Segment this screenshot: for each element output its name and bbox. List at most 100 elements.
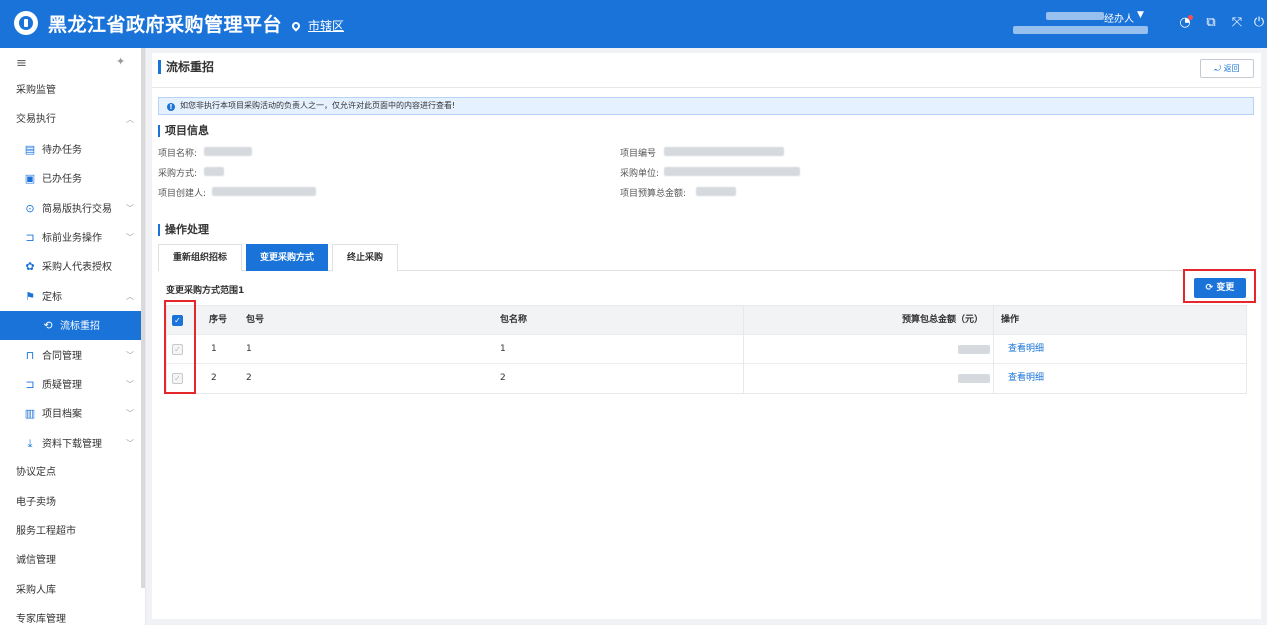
bell-icon[interactable]: ◔ <box>1176 14 1194 32</box>
budget-redacted <box>958 374 990 383</box>
sidebar-item-label: 合同管理 <box>42 350 82 362</box>
settings-icon: ✿ <box>25 260 35 274</box>
award-icon: ⚑ <box>25 289 35 303</box>
sidebar-item[interactable]: ▥ 项目档案 ﹀ <box>0 399 142 428</box>
sidebar-item[interactable]: 专家库管理 <box>0 605 142 625</box>
column-divider <box>743 335 744 364</box>
sidebar-item[interactable]: 诚信管理 <box>0 546 142 575</box>
chevron-up-icon[interactable]: ︿ <box>126 105 134 134</box>
project-name-label: 项目名称: <box>158 149 198 159</box>
location-pin-icon <box>290 19 302 32</box>
power-icon[interactable]: ⏻ <box>1252 14 1266 32</box>
user-role[interactable]: 经办人 <box>1104 10 1134 25</box>
cell-package-name: 1 <box>500 344 506 354</box>
tab-change-method[interactable]: 变更采购方式 <box>246 244 328 271</box>
cell-index: 2 <box>211 373 217 383</box>
sidebar-item[interactable]: ⟲ 流标重招 <box>0 311 142 341</box>
sidebar-item[interactable]: ⊓ 合同管理 ﹀ <box>0 341 142 370</box>
app-title: 黑龙江省政府采购管理平台 <box>48 14 283 36</box>
chevron-down-icon[interactable]: ﹀ <box>126 194 134 223</box>
region-selector[interactable]: 市辖区 <box>290 17 345 34</box>
sidebar-item[interactable]: ⊐ 标前业务操作 ﹀ <box>0 223 142 252</box>
tab-terminate-purchase[interactable]: 终止采购 <box>332 244 398 271</box>
project-creator-label: 项目创建人: <box>158 189 207 199</box>
notice-text: 如您非执行本项目采购活动的负责人之一，仅允许对此页面中的内容进行查看! <box>180 101 456 110</box>
archive-icon: ▥ <box>24 407 36 421</box>
purchase-method-label: 采购方式: <box>158 169 198 179</box>
sidebar-item[interactable]: 协议定点 <box>0 458 142 487</box>
back-button[interactable]: ⤾ 返回 <box>1200 59 1254 78</box>
cell-package: 1 <box>246 344 252 354</box>
sidebar-item-label: 标前业务操作 <box>42 233 102 244</box>
sidebar-item-label: 采购人库 <box>16 584 56 596</box>
sidebar-item-label: 简易版执行交易 <box>42 203 112 215</box>
chevron-down-icon[interactable]: ﹀ <box>126 399 134 428</box>
cart-icon: ⊐ <box>25 378 35 391</box>
message-icon[interactable]: ⧉ <box>1202 14 1220 32</box>
tab-reorganize-bidding[interactable]: 重新组织招标 <box>158 244 242 271</box>
sidebar-toolbar: ≡ ✦ <box>0 48 142 76</box>
chevron-up-icon[interactable]: ︿ <box>126 282 134 311</box>
sidebar-item[interactable]: 交易执行 ︿ <box>0 105 142 134</box>
sidebar: ≡ ✦ 采购监管 交易执行 ︿ ▤ 待办任务 ▣ 已办任务 ⊙ 简易版执行交易 ﹀ ⊐ 标前业务操作 ﹀… <box>0 48 146 625</box>
sidebar-item-label: 已办任务 <box>42 174 82 186</box>
sidebar-item[interactable]: 服务工程超市 <box>0 517 142 546</box>
sidebar-item[interactable]: ⊙ 简易版执行交易 ﹀ <box>0 194 142 223</box>
sidebar-item-label: 定标 <box>42 291 62 303</box>
header-action: 操作 <box>1001 315 1020 325</box>
sidebar-item[interactable]: ⊐ 质疑管理 ﹀ <box>0 370 142 399</box>
chevron-down-icon[interactable]: ﹀ <box>126 370 134 399</box>
view-details-link[interactable]: 查看明细 <box>1008 364 1044 393</box>
cell-package-name: 2 <box>500 373 506 383</box>
sidebar-item[interactable]: ▣ 已办任务 <box>0 164 142 193</box>
sidebar-item-label: 诚信管理 <box>16 555 56 567</box>
table-header-row: ✓ 序号 包号 包名称 预算包总金额（元） 操作 <box>167 306 1246 335</box>
purchase-unit-label: 采购单位: <box>620 169 660 179</box>
project-code-label: 项目编号 <box>620 149 657 159</box>
sidebar-item[interactable]: ▤ 待办任务 <box>0 135 142 164</box>
view-details-link[interactable]: 查看明细 <box>1008 335 1044 364</box>
column-divider <box>743 364 744 393</box>
sidebar-item[interactable]: 电子卖场 <box>0 488 142 517</box>
sidebar-item-label: 质疑管理 <box>42 380 82 391</box>
project-creator-redacted <box>212 187 316 196</box>
table-row: ✓ 1 1 1 查看明细 <box>167 335 1246 364</box>
download-icon: ⤓ <box>27 436 33 450</box>
refresh-icon: ⟲ <box>43 319 53 333</box>
menu-icon[interactable]: ≡ <box>16 56 27 71</box>
sidebar-item[interactable]: ⚑ 定标 ︿ <box>0 282 142 311</box>
chevron-down-icon[interactable]: ﹀ <box>126 429 134 458</box>
chevron-down-icon[interactable]: ﹀ <box>126 341 134 370</box>
budget-redacted <box>958 345 990 354</box>
sidebar-item-label: 流标重招 <box>60 321 100 333</box>
purchase-unit-redacted <box>664 167 800 176</box>
header-package-name: 包名称 <box>500 315 528 325</box>
region-label: 市辖区 <box>308 19 345 33</box>
main-content: 流标重招 ⤾ 返回 ! 如您非执行本项目采购活动的负责人之一，仅允许对此页面中的内… <box>152 53 1261 619</box>
section-title-operations: 操作处理 <box>158 224 209 236</box>
sidebar-item-label: 电子卖场 <box>16 496 56 508</box>
pin-icon[interactable]: ✦ <box>116 55 125 68</box>
sidebar-item[interactable]: 采购监管 <box>0 76 142 105</box>
purchase-method-redacted <box>204 167 224 176</box>
header-budget: 预算包总金额（元） <box>902 315 984 325</box>
chevron-down-icon[interactable]: ﹀ <box>126 223 134 252</box>
cell-package: 2 <box>246 373 252 383</box>
operation-tabs: 重新组织招标 变更采购方式 终止采购 <box>158 244 1254 271</box>
column-divider <box>743 306 744 335</box>
sidebar-item[interactable]: ⤓ 资料下载管理 ﹀ <box>0 429 142 458</box>
top-header: 黑龙江省政府采购管理平台 市辖区 经办人 ▼ ◔ ⧉ ⤧ ⏻ <box>0 0 1267 48</box>
project-code-redacted <box>664 147 784 156</box>
sidebar-item[interactable]: ✿ 采购人代表授权 <box>0 252 142 281</box>
sidebar-scrollbar[interactable] <box>141 48 145 588</box>
highlight-box-change-button <box>1183 269 1256 303</box>
lock-icon: ⊓ <box>25 348 35 362</box>
project-name-redacted <box>204 147 252 156</box>
sidebar-item[interactable]: 采购人库 <box>0 576 142 605</box>
notice-banner: ! 如您非执行本项目采购活动的负责人之一，仅允许对此页面中的内容进行查看! <box>158 97 1254 115</box>
header-package: 包号 <box>246 315 265 325</box>
divider <box>152 87 1261 88</box>
header-index: 序号 <box>209 315 228 325</box>
chevron-down-icon[interactable]: ▼ <box>1137 10 1144 20</box>
fullscreen-icon[interactable]: ⤧ <box>1228 14 1246 32</box>
